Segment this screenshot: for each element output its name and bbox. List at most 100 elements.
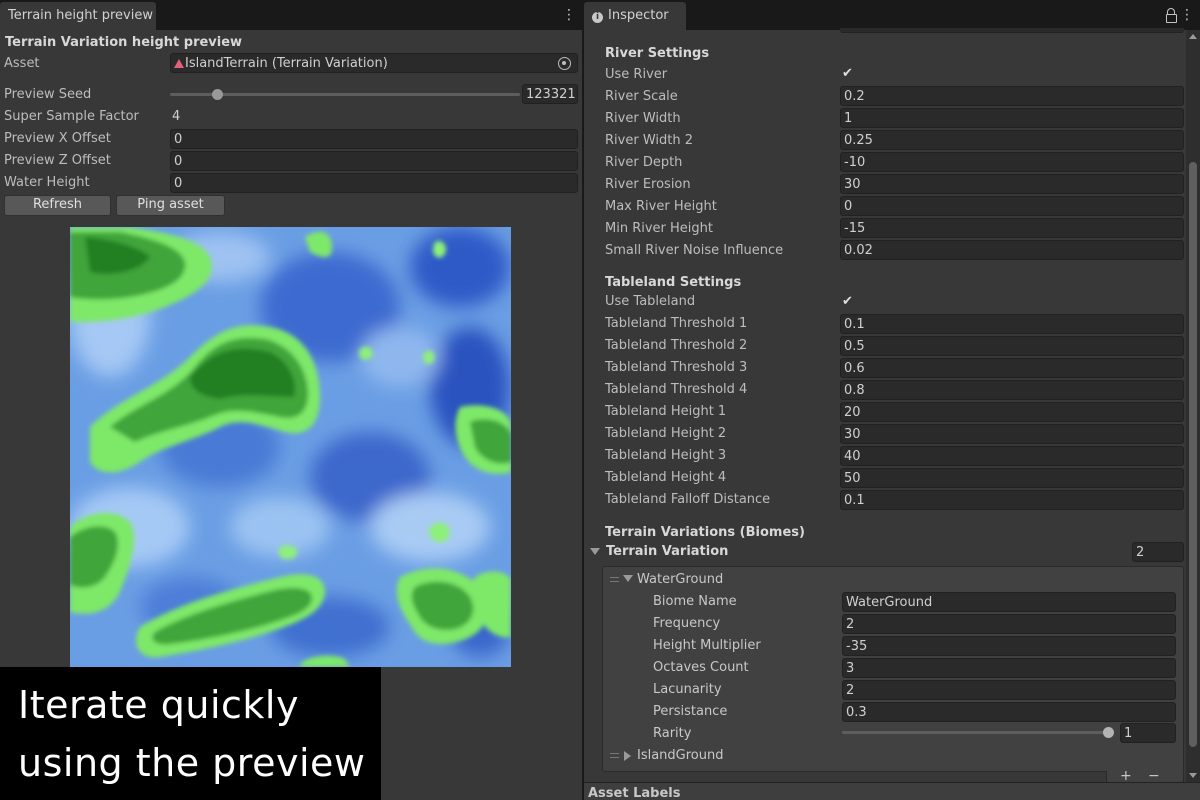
height-multiplier-input[interactable]: -35 xyxy=(842,636,1176,656)
persistance-label: Persistance xyxy=(653,704,728,719)
kebab-menu-icon[interactable]: ⋮ xyxy=(562,7,576,23)
inspector-window: i Inspector ⋮ River Settings Use River ✔ … xyxy=(584,0,1200,800)
min-river-height-input[interactable]: -15 xyxy=(840,218,1184,238)
super-sample-value: 4 xyxy=(172,109,181,124)
terrain-preview-window: Terrain height preview ⋮ Terrain Variati… xyxy=(0,0,582,800)
tableland-height-2-label: Tableland Height 2 xyxy=(605,426,727,441)
height-multiplier-label: Height Multiplier xyxy=(653,638,761,653)
river-depth-input[interactable]: -10 xyxy=(840,152,1184,172)
biome-name-input[interactable]: WaterGround xyxy=(842,592,1176,612)
lock-icon[interactable] xyxy=(1166,8,1177,23)
frequency-input[interactable]: 2 xyxy=(842,614,1176,634)
tableland-settings-header: Tableland Settings xyxy=(605,275,742,290)
drag-handle-icon[interactable] xyxy=(610,577,619,582)
use-tableland-checkbox[interactable]: ✔ xyxy=(842,295,854,308)
tab-inspector[interactable]: i Inspector xyxy=(584,2,686,30)
x-offset-input[interactable]: 0 xyxy=(170,129,578,149)
x-offset-label: Preview X Offset xyxy=(4,131,111,146)
element-islandground-label[interactable]: IslandGround xyxy=(637,748,724,763)
tableland-threshold-3-label: Tableland Threshold 3 xyxy=(605,360,748,375)
z-offset-input[interactable]: 0 xyxy=(170,151,578,171)
tableland-height-1-label: Tableland Height 1 xyxy=(605,404,727,419)
object-picker-icon[interactable] xyxy=(558,57,571,70)
left-tab-bar: Terrain height preview ⋮ xyxy=(0,0,582,30)
asset-label: Asset xyxy=(4,56,40,71)
river-scale-label: River Scale xyxy=(605,89,678,104)
frequency-label: Frequency xyxy=(653,616,721,631)
octaves-count-input[interactable]: 3 xyxy=(842,658,1176,678)
preview-seed-input[interactable]: 123321 xyxy=(522,84,578,104)
rarity-label: Rarity xyxy=(653,726,692,741)
tab-terrain-height-preview[interactable]: Terrain height preview xyxy=(0,2,156,30)
tableland-height-3-label: Tableland Height 3 xyxy=(605,448,727,463)
asset-object-field[interactable]: IslandTerrain (Terrain Variation) xyxy=(170,53,578,73)
river-width-2-label: River Width 2 xyxy=(605,133,693,148)
tableland-threshold-1-label: Tableland Threshold 1 xyxy=(605,316,748,331)
scroll-down-arrow-icon[interactable] xyxy=(1189,773,1197,778)
small-river-noise-input[interactable]: 0.02 xyxy=(840,240,1184,260)
tableland-height-3-input[interactable]: 40 xyxy=(840,446,1184,466)
use-river-checkbox[interactable]: ✔ xyxy=(842,67,854,80)
inspector-kebab-menu-icon[interactable]: ⋮ xyxy=(1180,7,1194,23)
tableland-height-1-input[interactable]: 20 xyxy=(840,402,1184,422)
tableland-height-4-input[interactable]: 50 xyxy=(840,468,1184,488)
inspector-scrollbar[interactable] xyxy=(1186,30,1200,782)
inspector-tab-bar: i Inspector ⋮ xyxy=(584,0,1200,30)
river-width-input[interactable]: 1 xyxy=(840,108,1184,128)
inspector-tab-label: Inspector xyxy=(608,8,669,23)
persistance-input[interactable]: 0.3 xyxy=(842,702,1176,722)
element-waterground-label[interactable]: WaterGround xyxy=(637,572,723,587)
tableland-threshold-4-input[interactable]: 0.8 xyxy=(840,380,1184,400)
river-erosion-input[interactable]: 30 xyxy=(840,174,1184,194)
water-height-input[interactable]: 0 xyxy=(170,173,578,193)
caption-line-2: using the preview xyxy=(18,741,366,785)
rarity-input[interactable]: 1 xyxy=(1120,723,1176,743)
terrain-variation-list-label[interactable]: Terrain Variation xyxy=(606,544,728,559)
terrain-asset-icon xyxy=(174,59,184,68)
preview-seed-slider-handle[interactable] xyxy=(212,89,223,100)
element-collapsed-icon[interactable] xyxy=(624,751,631,761)
tab-label: Terrain height preview xyxy=(8,8,153,23)
max-river-height-input[interactable]: 0 xyxy=(840,196,1184,216)
asset-labels-bar[interactable]: Asset Labels xyxy=(584,782,1200,800)
river-depth-label: River Depth xyxy=(605,155,683,170)
heightmap-preview-image xyxy=(70,227,511,667)
tableland-threshold-2-input[interactable]: 0.5 xyxy=(840,336,1184,356)
use-tableland-label: Use Tableland xyxy=(605,294,696,309)
terrain-variation-count-input[interactable]: 2 xyxy=(1132,542,1184,562)
tableland-height-4-label: Tableland Height 4 xyxy=(605,470,727,485)
use-river-label: Use River xyxy=(605,67,668,82)
remove-element-button[interactable]: − xyxy=(1148,769,1160,783)
super-sample-label: Super Sample Factor xyxy=(4,109,139,124)
lacunarity-input[interactable]: 2 xyxy=(842,680,1176,700)
tableland-height-2-input[interactable]: 30 xyxy=(840,424,1184,444)
water-height-label: Water Height xyxy=(4,175,90,190)
refresh-button[interactable]: Refresh xyxy=(4,195,111,216)
drag-handle-icon[interactable] xyxy=(610,753,619,758)
tableland-threshold-1-input[interactable]: 0.1 xyxy=(840,314,1184,334)
rarity-slider-track[interactable] xyxy=(842,731,1110,734)
terrain-variations-header: Terrain Variations (Biomes) xyxy=(605,525,805,540)
element-expanded-icon[interactable] xyxy=(623,575,633,582)
river-width-2-input[interactable]: 0.25 xyxy=(840,130,1184,150)
scroll-thumb[interactable] xyxy=(1189,162,1197,747)
ping-asset-button[interactable]: Ping asset xyxy=(116,195,225,216)
rarity-slider-handle[interactable] xyxy=(1103,727,1114,738)
add-element-button[interactable]: + xyxy=(1120,769,1132,783)
river-settings-header: River Settings xyxy=(605,46,710,61)
river-erosion-label: River Erosion xyxy=(605,177,691,192)
scroll-up-arrow-icon[interactable] xyxy=(1189,34,1197,39)
tableland-threshold-4-label: Tableland Threshold 4 xyxy=(605,382,748,397)
tableland-threshold-2-label: Tableland Threshold 2 xyxy=(605,338,748,353)
small-river-noise-label: Small River Noise Influence xyxy=(605,243,784,258)
tableland-falloff-input[interactable]: 0.1 xyxy=(840,490,1184,510)
tableland-threshold-3-input[interactable]: 0.6 xyxy=(840,358,1184,378)
asset-labels-title: Asset Labels xyxy=(588,786,681,800)
tableland-falloff-label: Tableland Falloff Distance xyxy=(605,492,771,507)
min-river-height-label: Min River Height xyxy=(605,221,713,236)
clipped-field xyxy=(840,28,1184,33)
octaves-count-label: Octaves Count xyxy=(653,660,749,675)
river-width-label: River Width xyxy=(605,111,681,126)
river-scale-input[interactable]: 0.2 xyxy=(840,86,1184,106)
foldout-expanded-icon[interactable] xyxy=(590,548,600,555)
